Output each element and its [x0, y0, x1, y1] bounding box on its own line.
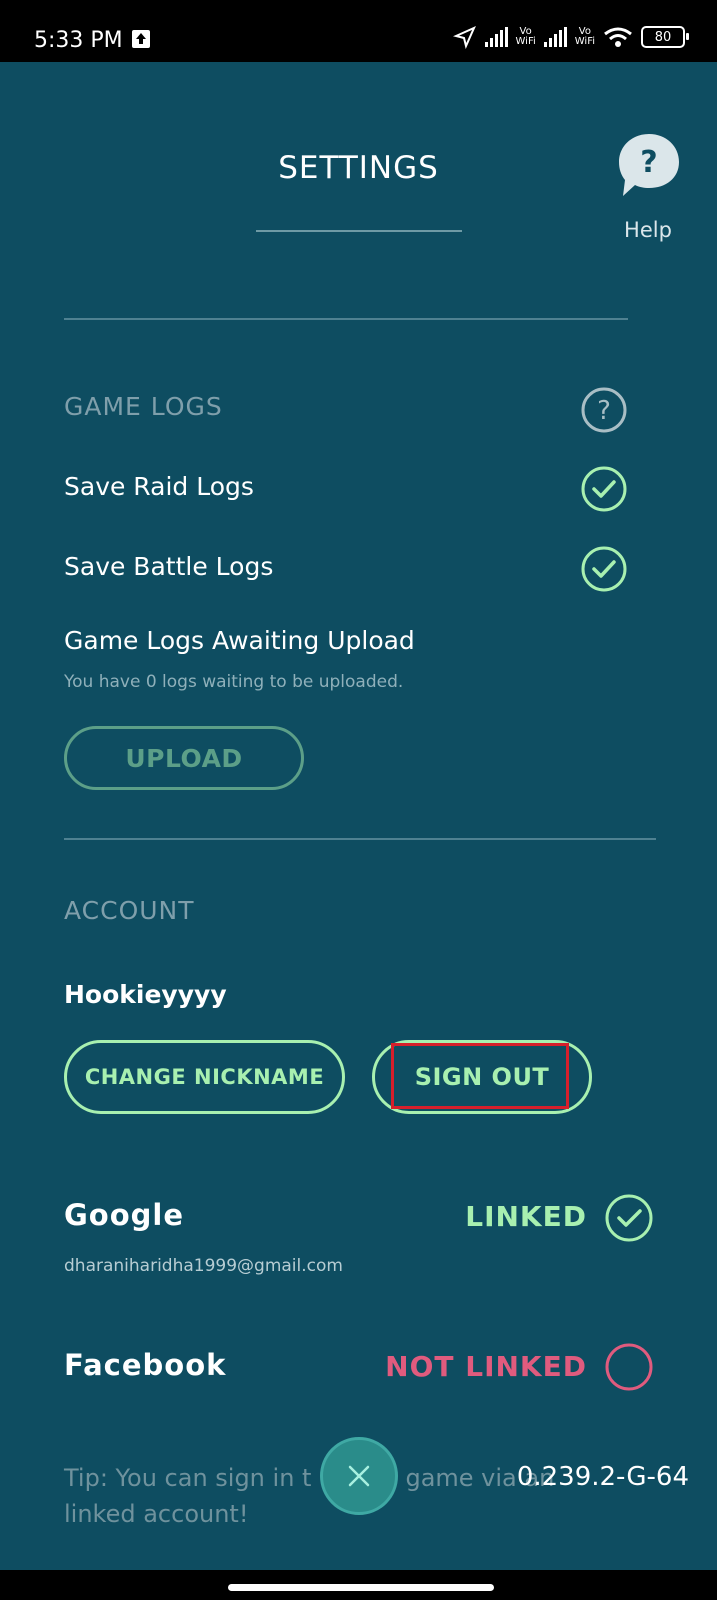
battery-icon: 80	[641, 26, 689, 48]
save-raid-logs-check-icon[interactable]	[580, 465, 628, 513]
nickname: Hookieyyyy	[64, 980, 227, 1009]
close-icon	[348, 1465, 370, 1487]
sign-out-highlight	[391, 1043, 569, 1109]
navigation-bar	[0, 1570, 717, 1600]
help-label: Help	[624, 218, 672, 242]
wifi-icon	[604, 27, 632, 47]
facebook-label: Facebook	[64, 1348, 227, 1382]
help-button[interactable]: ? Help	[608, 132, 688, 242]
google-status: LINKED	[465, 1200, 587, 1233]
game-logs-heading: GAME LOGS	[64, 392, 223, 421]
home-gesture-pill[interactable]	[228, 1584, 494, 1591]
facebook-status: NOT LINKED	[385, 1350, 587, 1383]
save-battle-logs-label: Save Battle Logs	[64, 552, 274, 581]
google-label: Google	[64, 1198, 185, 1232]
status-bar: 5:33 PM Vo WiFi Vo WiFi 80	[0, 0, 717, 62]
signal-icon-2	[543, 27, 567, 47]
title-underline	[256, 230, 462, 232]
question-bubble-icon: ?	[617, 132, 679, 196]
status-time: 5:33 PM	[34, 28, 123, 53]
change-nickname-button[interactable]: CHANGE NICKNAME	[64, 1040, 345, 1114]
game-logs-info-icon[interactable]: ?	[580, 386, 628, 434]
vowifi-label-1: Vo WiFi	[515, 26, 536, 47]
version-label: 0.239.2-G-64	[516, 1462, 689, 1492]
divider	[64, 318, 628, 320]
save-raid-logs-label: Save Raid Logs	[64, 472, 254, 501]
facebook-not-linked-circle-icon[interactable]	[604, 1342, 654, 1392]
close-button[interactable]	[320, 1437, 398, 1515]
game-logs-awaiting-subtext: You have 0 logs waiting to be uploaded.	[64, 672, 404, 692]
signal-icon	[484, 27, 508, 47]
upload-notification-icon	[132, 30, 150, 48]
game-logs-awaiting-label: Game Logs Awaiting Upload	[64, 626, 415, 655]
account-heading: ACCOUNT	[64, 896, 195, 925]
upload-button[interactable]: UPLOAD	[64, 726, 304, 790]
tip-line-1: Tip: You can sign in t	[64, 1464, 312, 1492]
location-arrow-icon	[452, 26, 476, 49]
tip-line-2: linked account!	[64, 1500, 249, 1528]
save-battle-logs-check-icon[interactable]	[580, 545, 628, 593]
google-email: dharaniharidha1999@gmail.com	[64, 1256, 343, 1276]
status-icons: Vo WiFi Vo WiFi 80	[452, 22, 689, 52]
svg-text:?: ?	[597, 396, 611, 426]
svg-text:?: ?	[640, 145, 657, 180]
vowifi-label-2: Vo WiFi	[574, 26, 595, 47]
divider	[64, 838, 656, 840]
google-linked-check-icon[interactable]	[604, 1193, 654, 1243]
